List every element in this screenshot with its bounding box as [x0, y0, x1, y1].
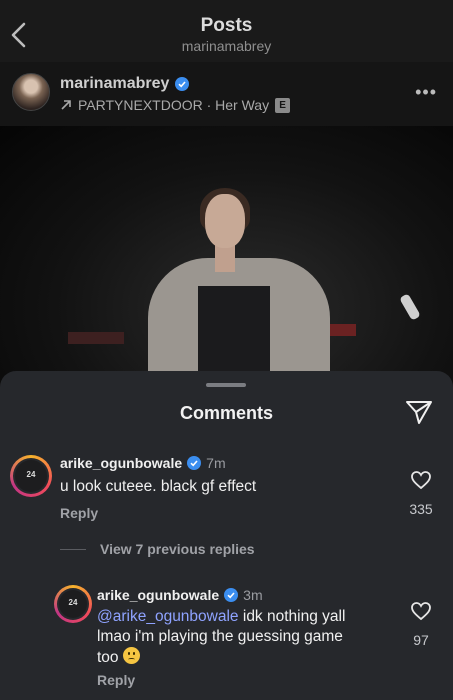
- person-neck: [215, 244, 235, 272]
- music-title: PARTYNEXTDOOR · Her Way: [78, 97, 270, 113]
- reply-text-line2: lmao i'm playing the guessing game: [97, 628, 343, 645]
- background-light: [399, 293, 421, 321]
- reply-header: arike_ogunbowale 3m: [97, 587, 263, 603]
- like-count: 97: [413, 632, 429, 648]
- comment-username[interactable]: arike_ogunbowale: [60, 455, 182, 471]
- more-horizontal-icon[interactable]: •••: [415, 82, 437, 103]
- avatar-jersey: 24: [15, 460, 47, 492]
- sheet-handle[interactable]: [206, 383, 246, 387]
- post-username[interactable]: marinamabrey: [60, 75, 169, 93]
- explicit-badge: E: [275, 97, 291, 113]
- comment-time: 7m: [206, 455, 226, 471]
- reply-text-line3: too: [97, 649, 119, 666]
- top-bar: Posts marinamabrey: [0, 0, 453, 62]
- comment-header: arike_ogunbowale 7m: [60, 455, 226, 471]
- post-username-row[interactable]: marinamabrey: [60, 75, 190, 93]
- post-avatar[interactable]: [12, 73, 50, 111]
- post-header: marinamabrey PARTYNEXTDOOR · Her Way E •…: [0, 62, 453, 126]
- view-replies-button[interactable]: View 7 previous replies: [60, 541, 255, 557]
- post-music[interactable]: PARTYNEXTDOOR · Her Way E: [60, 97, 291, 113]
- reply-time: 3m: [243, 587, 263, 603]
- comments-title: Comments: [179, 403, 273, 423]
- reply-button[interactable]: Reply: [97, 672, 135, 688]
- person-head: [205, 194, 245, 248]
- mention-link[interactable]: @arike_ogunbowale: [97, 608, 239, 625]
- comments-sheet: Comments 24 arike_ogunbowale 7m u look c…: [0, 371, 453, 700]
- background-sign: [328, 324, 356, 336]
- comment-text: u look cuteee. black gf effect: [60, 478, 257, 495]
- reply-text: @arike_ogunbowale idk nothing yall lmao …: [97, 607, 397, 668]
- reply-avatar[interactable]: 24: [54, 585, 92, 623]
- thread-line: [60, 548, 86, 550]
- arrow-up-right-icon: [61, 100, 71, 110]
- reply-username[interactable]: arike_ogunbowale: [97, 587, 219, 603]
- verified-badge-icon: [224, 588, 239, 602]
- commenter-avatar[interactable]: 24: [10, 455, 52, 497]
- background-sign: [68, 332, 124, 344]
- view-replies-label[interactable]: View 7 previous replies: [100, 541, 255, 557]
- reply-button[interactable]: Reply: [60, 505, 98, 521]
- confused-face-icon: [122, 647, 140, 664]
- heart-icon[interactable]: [410, 601, 432, 621]
- send-icon[interactable]: [405, 399, 433, 425]
- like-count: 335: [409, 501, 433, 517]
- post-media[interactable]: [0, 126, 453, 386]
- avatar-jersey: 24: [59, 590, 87, 618]
- heart-icon[interactable]: [410, 470, 432, 490]
- page-subtitle: marinamabrey: [181, 38, 272, 54]
- page-title: Posts: [200, 15, 253, 36]
- verified-badge-icon: [187, 456, 202, 470]
- verified-badge-icon: [175, 77, 190, 91]
- reply-text-line1: idk nothing yall: [238, 608, 346, 625]
